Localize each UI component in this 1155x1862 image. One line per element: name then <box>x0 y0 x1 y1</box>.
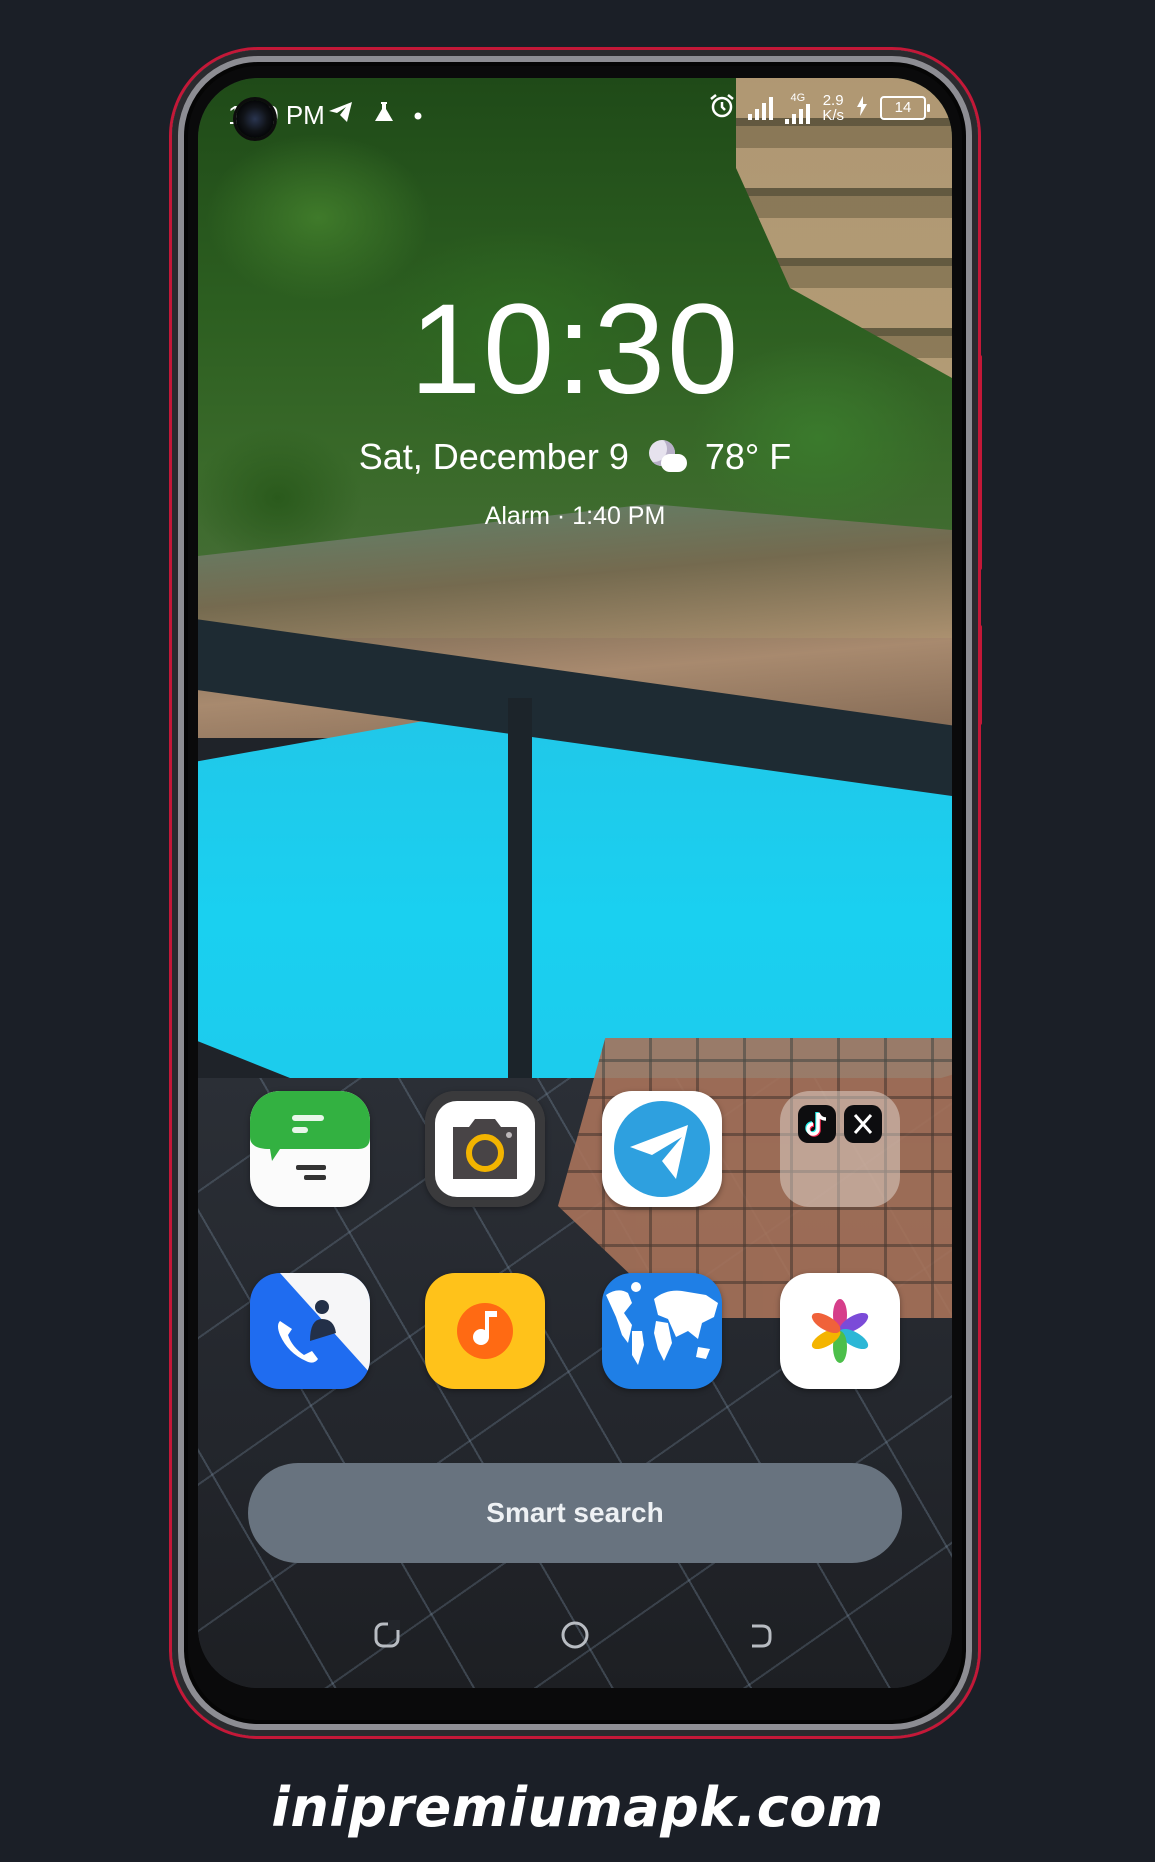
battery-indicator: 14 <box>880 96 930 120</box>
x-icon <box>844 1105 882 1143</box>
nav-recents-button[interactable] <box>370 1618 404 1652</box>
app-photos[interactable] <box>780 1273 900 1389</box>
lockscreen-clock: 10:30 <box>409 278 741 421</box>
smart-search-label: Smart search <box>486 1497 664 1528</box>
tiktok-icon <box>798 1105 836 1143</box>
power-button <box>978 625 982 725</box>
temperature-text: 78° F <box>704 436 792 477</box>
app-messages[interactable] <box>250 1091 370 1207</box>
date-text: Sat, December 9 <box>358 436 629 477</box>
lock-screen: 1:30 PM 4G 2.9 K/s 14 10:30 Sat, Decembe… <box>198 78 952 1688</box>
camera-icon <box>425 1091 545 1207</box>
photos-icon <box>780 1273 900 1389</box>
charging-icon <box>856 96 868 120</box>
app-telegram[interactable] <box>602 1091 722 1207</box>
dot-icon <box>414 105 422 124</box>
globe-icon <box>602 1273 722 1389</box>
app-camera[interactable] <box>425 1091 545 1207</box>
network-speed: 2.9 K/s <box>822 92 844 124</box>
moon-cloud-icon <box>647 440 687 474</box>
app-browser[interactable] <box>602 1273 722 1389</box>
messages-icon <box>250 1091 370 1207</box>
back-icon <box>752 1624 772 1648</box>
status-bar: 1:30 PM 4G 2.9 K/s 14 <box>198 78 952 148</box>
app-music[interactable] <box>425 1273 545 1389</box>
flask-icon <box>372 100 396 128</box>
signal-icon-sim1 <box>748 96 774 120</box>
recents-icon <box>374 1620 400 1648</box>
phone-icon <box>250 1273 370 1389</box>
next-alarm: Alarm · 1:40 PM <box>484 502 666 530</box>
watermark: inipremiumapk.com <box>271 1776 884 1839</box>
network-type: 4G <box>790 91 806 104</box>
front-camera-cutout <box>236 100 274 138</box>
home-icon <box>561 1621 589 1649</box>
nav-back-button[interactable] <box>744 1618 778 1652</box>
telegram-icon <box>602 1091 722 1207</box>
signal-icon-sim2: 4G <box>785 91 811 124</box>
smart-search-bar[interactable]: Smart search <box>248 1463 902 1563</box>
date-weather-line: Sat, December 9 78° F <box>198 436 952 478</box>
volume-button <box>978 355 982 570</box>
app-phone[interactable] <box>250 1273 370 1389</box>
app-folder[interactable] <box>780 1091 900 1207</box>
nav-home-button[interactable] <box>558 1618 592 1652</box>
music-icon <box>425 1273 545 1389</box>
alarm-icon <box>708 92 736 124</box>
telegram-icon <box>328 101 354 127</box>
